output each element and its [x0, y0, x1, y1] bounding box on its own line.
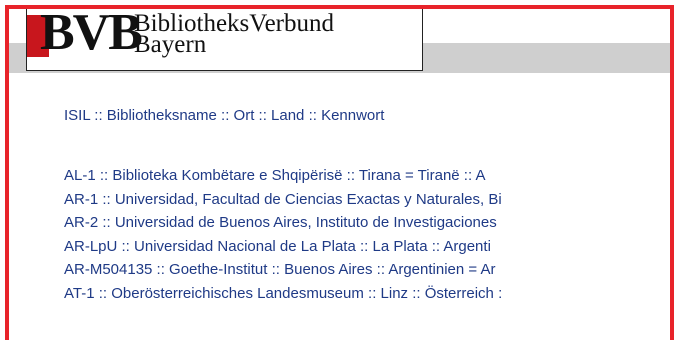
bvb-logo[interactable]: BVB BibliotheksVerbund Bayern: [26, 9, 423, 71]
logo-name-line2: Bayern: [134, 31, 207, 58]
list-item[interactable]: AT-1 :: Oberösterreichisches Landesmuseu…: [64, 282, 670, 306]
list-item[interactable]: AR-LpU :: Universidad Nacional de La Pla…: [64, 235, 670, 259]
logo-name: BibliotheksVerbund Bayern: [134, 11, 334, 58]
list-item[interactable]: AR-1 :: Universidad, Facultad de Ciencia…: [64, 188, 670, 212]
list-item[interactable]: AR-2 :: Universidad de Buenos Aires, Ins…: [64, 211, 670, 235]
logo-abbreviation: BVB: [40, 5, 143, 61]
list-item[interactable]: AR-M504135 :: Goethe-Institut :: Buenos …: [64, 258, 670, 282]
columns-header: ISIL :: Bibliotheksname :: Ort :: Land :…: [64, 107, 385, 124]
library-list: AL-1 :: Biblioteka Kombëtare e Shqipëris…: [64, 164, 670, 306]
list-item[interactable]: AL-1 :: Biblioteka Kombëtare e Shqipëris…: [64, 164, 670, 188]
page-frame: BVB BibliotheksVerbund Bayern ISIL :: Bi…: [5, 5, 674, 340]
